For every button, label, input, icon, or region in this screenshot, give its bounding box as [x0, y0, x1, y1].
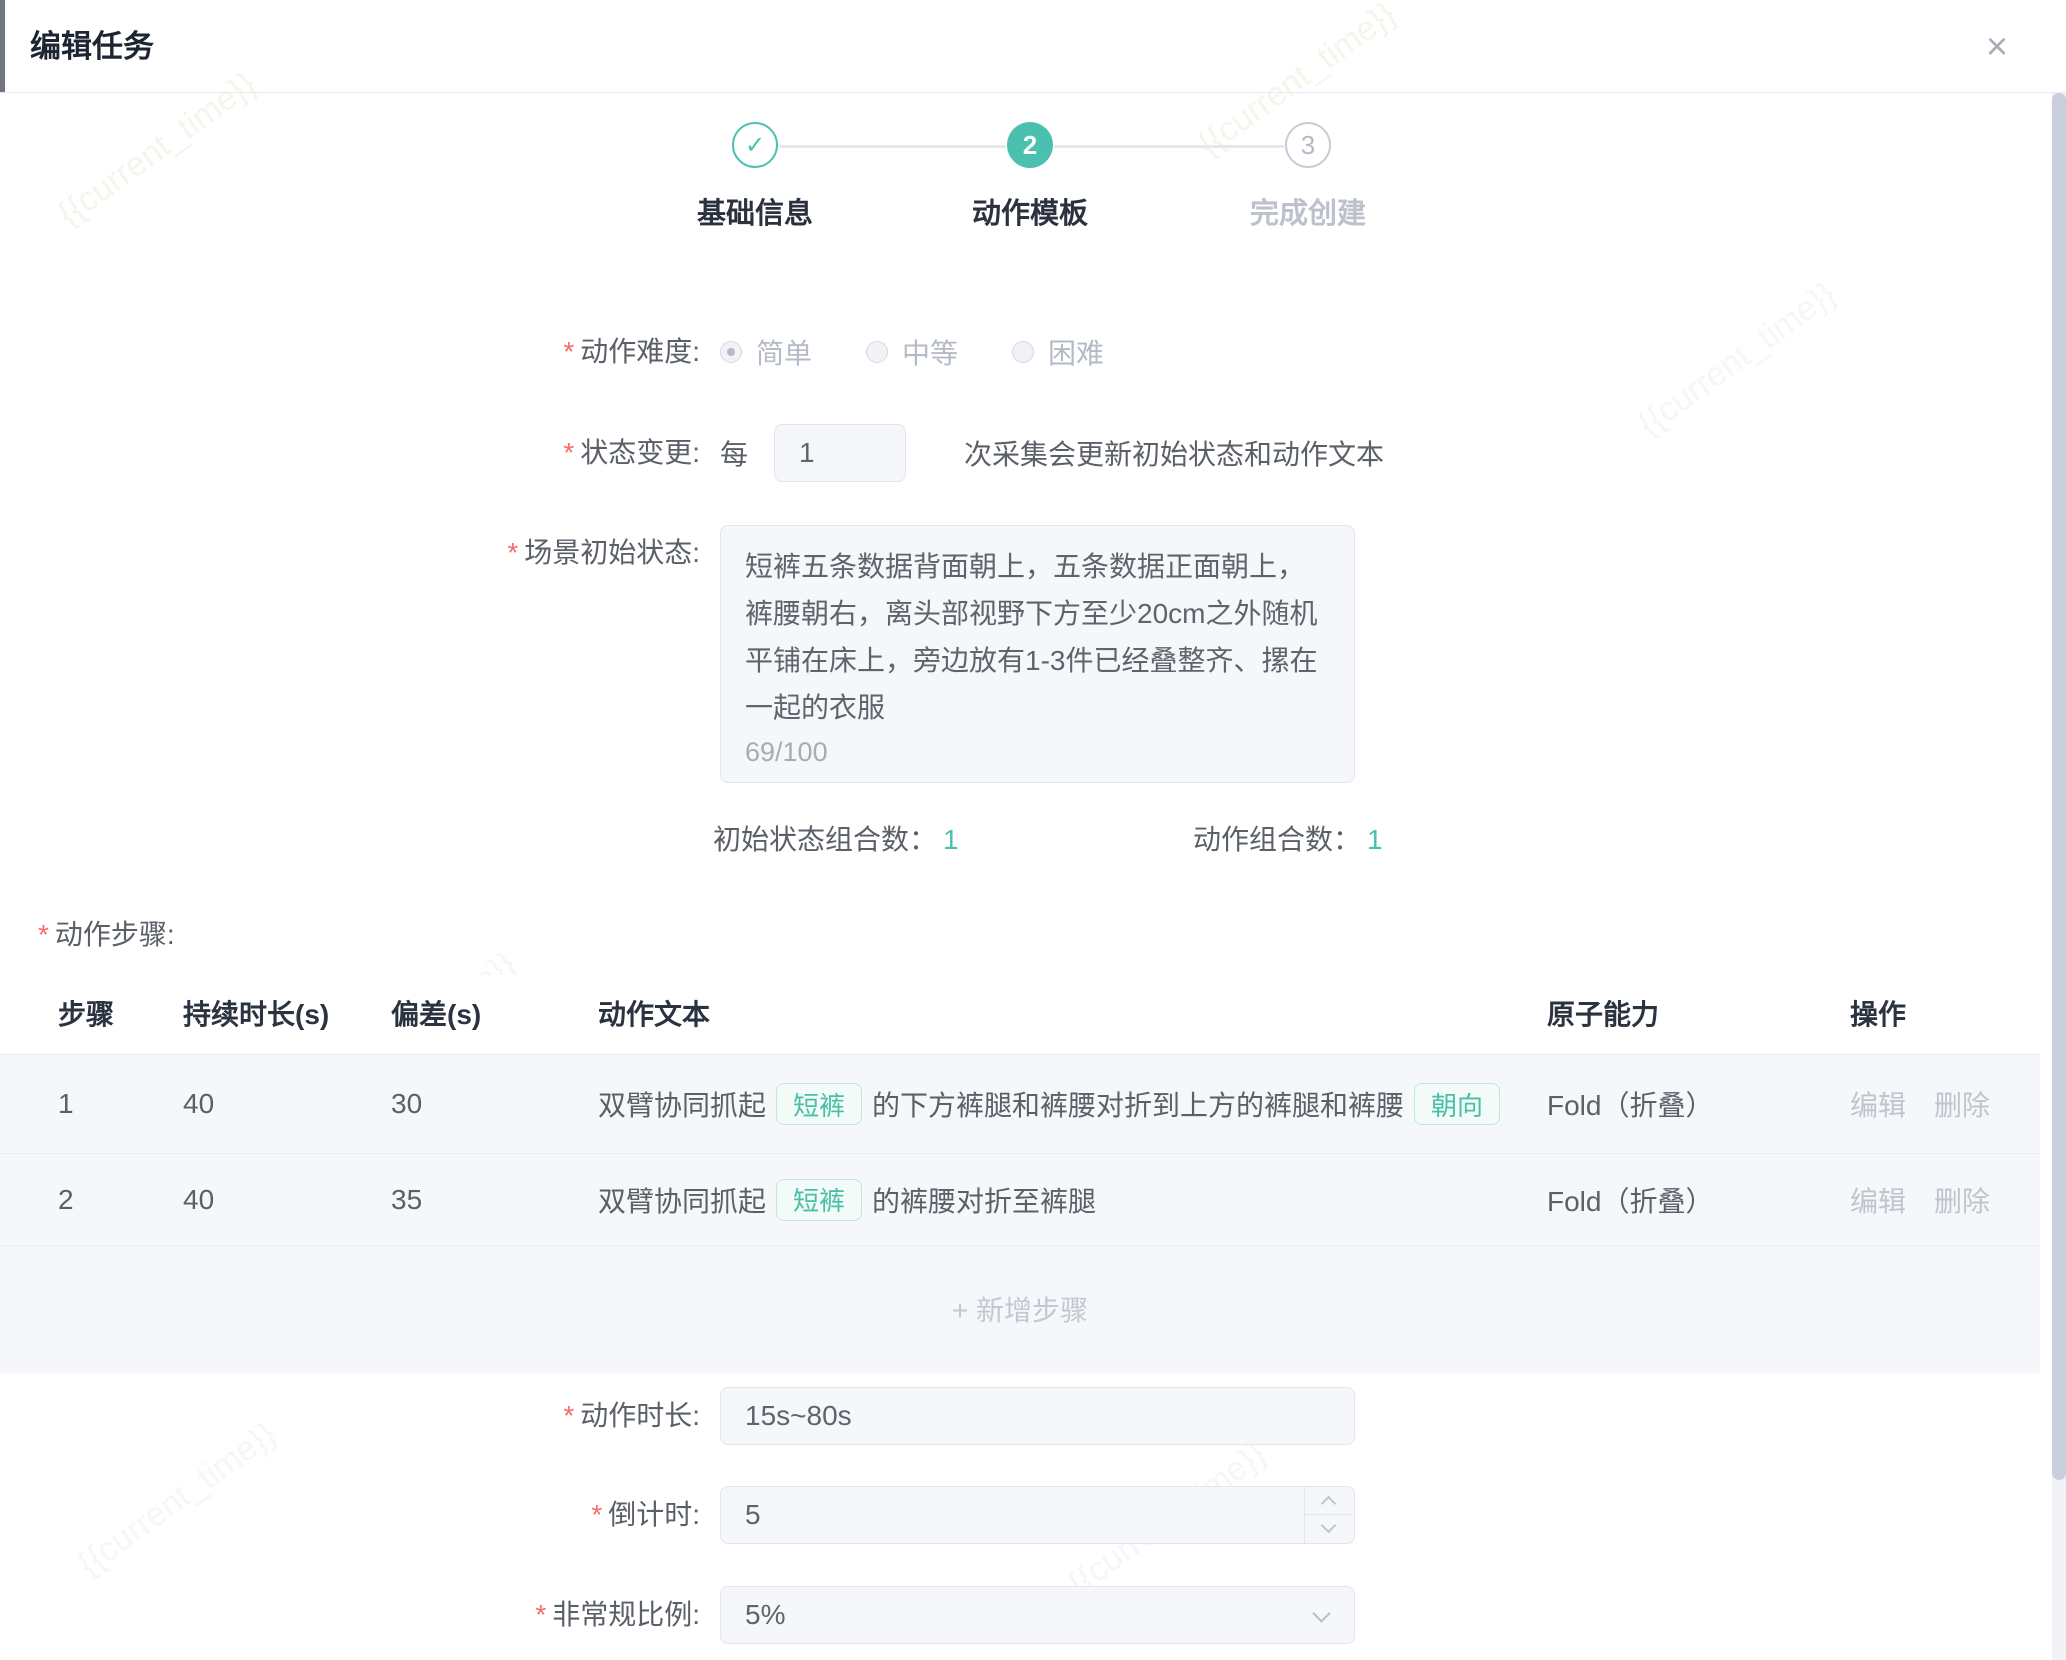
state-change-row: 每 次采集会更新初始状态和动作文本 [720, 424, 1384, 482]
required-mark: * [563, 437, 574, 468]
chevron-down-icon [1312, 1604, 1330, 1622]
col-offset: 偏差(s) [391, 975, 481, 1054]
required-mark: * [535, 1599, 546, 1630]
state-change-suffix: 次采集会更新初始状态和动作文本 [964, 433, 1384, 473]
difficulty-label: *动作难度: [0, 330, 700, 374]
col-operations: 操作 [1850, 975, 1906, 1054]
initial-state-label: *场景初始状态: [0, 527, 700, 579]
required-mark: * [591, 1499, 602, 1530]
dialog-title: 编辑任务 [30, 0, 154, 93]
table-row: 2 40 35 双臂协同抓起 短裤 的裤腰对折至裤腿 Fold（折叠） 编辑 删… [0, 1154, 2040, 1246]
table-row: 1 40 30 双臂协同抓起 短裤 的下方裤腿和裤腰对折到上方的裤腿和裤腰 朝向… [0, 1055, 2040, 1154]
step-3-circle: 3 [1285, 122, 1331, 168]
step-2-circle: 2 [1007, 122, 1053, 168]
cell-operations: 编辑 删除 [1850, 1154, 1990, 1245]
add-step-button[interactable]: + 新增步骤 [0, 1246, 2040, 1372]
cell-operations: 编辑 删除 [1850, 1055, 1990, 1153]
initial-state-combo-count: 初始状态组合数：1 [713, 820, 959, 860]
step-label-action-template: 动作模板 [910, 190, 1150, 232]
stepper-increase-button[interactable] [1304, 1487, 1354, 1515]
step-label-basic-info: 基础信息 [635, 190, 875, 232]
char-counter: 69/100 [745, 737, 828, 768]
state-change-label: *状态变更: [0, 424, 700, 482]
radio-option-hard[interactable]: 困难 [1012, 332, 1104, 372]
object-tag: 短裤 [776, 1083, 862, 1125]
left-edge-artifact [0, 0, 5, 92]
delete-link[interactable]: 删除 [1934, 1084, 1990, 1124]
radio-icon[interactable] [866, 341, 888, 363]
stepper-connector [1054, 145, 1284, 148]
cell-offset: 35 [391, 1154, 422, 1245]
required-mark: * [38, 919, 49, 950]
radio-icon[interactable] [720, 341, 742, 363]
watermark-text: {{current_time}} [1631, 275, 1844, 444]
difficulty-radio-group: 简单 中等 困难 [720, 330, 1104, 374]
edit-link[interactable]: 编辑 [1850, 1180, 1906, 1220]
action-combo-count: 动作组合数：1 [1193, 820, 1383, 860]
col-action-text: 动作文本 [598, 975, 710, 1054]
edit-link[interactable]: 编辑 [1850, 1084, 1906, 1124]
step-label-complete-creation: 完成创建 [1188, 190, 1428, 232]
chevron-up-icon [1321, 1496, 1337, 1512]
orientation-tag: 朝向 [1414, 1083, 1500, 1125]
combo-value: 1 [943, 824, 959, 855]
unusual-ratio-select[interactable]: 5% [720, 1586, 1355, 1644]
unusual-ratio-label: *非常规比例: [0, 1586, 700, 1644]
cell-action-text: 双臂协同抓起 短裤 的裤腰对折至裤腿 [598, 1154, 1096, 1245]
duration-input[interactable] [720, 1387, 1355, 1445]
required-mark: * [563, 1400, 574, 1431]
scrollbar-thumb[interactable] [2052, 93, 2066, 1480]
cell-ability: Fold（折叠） [1547, 1055, 1713, 1153]
initial-state-textarea[interactable]: 短裤五条数据背面朝上，五条数据正面朝上，裤腰朝右，离头部视野下方至少20cm之外… [720, 525, 1355, 783]
col-duration: 持续时长(s) [183, 975, 329, 1054]
state-change-prefix: 每 [720, 433, 748, 473]
dialog-header: 编辑任务 × [0, 0, 2066, 93]
countdown-value: 5 [745, 1487, 761, 1543]
duration-label: *动作时长: [0, 1387, 700, 1445]
close-icon[interactable]: × [1976, 26, 2018, 68]
cell-duration: 40 [183, 1154, 214, 1245]
stepper-connector [780, 145, 1006, 148]
object-tag: 短裤 [776, 1179, 862, 1221]
radio-option-simple[interactable]: 简单 [720, 332, 812, 372]
radio-option-medium[interactable]: 中等 [866, 332, 958, 372]
col-ability: 原子能力 [1547, 975, 1659, 1054]
cell-duration: 40 [183, 1055, 214, 1153]
unusual-ratio-value: 5% [745, 1587, 785, 1643]
stepper-decrease-button[interactable] [1304, 1515, 1354, 1543]
cell-step: 1 [58, 1055, 74, 1153]
radio-label: 中等 [902, 332, 958, 372]
delete-link[interactable]: 删除 [1934, 1180, 1990, 1220]
radio-label: 困难 [1048, 332, 1104, 372]
combo-value: 1 [1367, 824, 1383, 855]
cell-step: 2 [58, 1154, 74, 1245]
number-stepper [1304, 1487, 1354, 1543]
cell-ability: Fold（折叠） [1547, 1154, 1713, 1245]
step-1-circle-check-icon: ✓ [732, 122, 778, 168]
countdown-label: *倒计时: [0, 1486, 700, 1544]
col-step: 步骤 [58, 975, 114, 1054]
radio-label: 简单 [756, 332, 812, 372]
required-mark: * [507, 537, 518, 568]
action-steps-label: *动作步骤: [38, 915, 175, 955]
countdown-input[interactable]: 5 [720, 1486, 1355, 1544]
table-header: 步骤 持续时长(s) 偏差(s) 动作文本 原子能力 操作 [0, 975, 2040, 1054]
cell-offset: 30 [391, 1055, 422, 1153]
cell-action-text: 双臂协同抓起 短裤 的下方裤腿和裤腰对折到上方的裤腿和裤腰 朝向 [598, 1055, 1510, 1153]
table-body: 1 40 30 双臂协同抓起 短裤 的下方裤腿和裤腰对折到上方的裤腿和裤腰 朝向… [0, 1054, 2040, 1373]
chevron-down-icon [1321, 1518, 1337, 1534]
initial-state-text: 短裤五条数据背面朝上，五条数据正面朝上，裤腰朝右，离头部视野下方至少20cm之外… [745, 543, 1330, 731]
state-change-input[interactable] [774, 424, 906, 482]
radio-icon[interactable] [1012, 341, 1034, 363]
required-mark: * [563, 336, 574, 367]
edit-task-dialog: {{current_time}} {{current_time}} {{curr… [0, 0, 2066, 1660]
